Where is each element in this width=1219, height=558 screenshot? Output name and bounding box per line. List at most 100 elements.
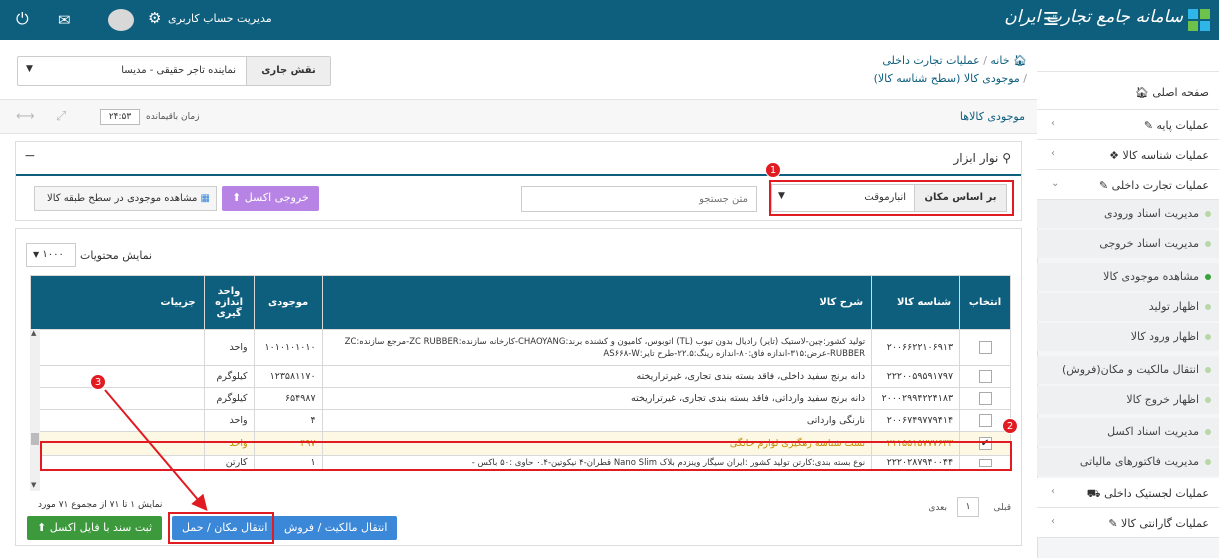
- toolbar-header: ⚲ نوار ابزار −: [16, 142, 1021, 176]
- dropdown-arrow-icon: ▼: [26, 64, 33, 74]
- chevron-left-icon: ‹: [1051, 148, 1055, 159]
- excel-doc-button[interactable]: ⬆ ثبت سند با فایل اکسل: [27, 516, 163, 540]
- arrows-horizontal-icon[interactable]: ⟷: [16, 109, 35, 124]
- cell-details[interactable]: [30, 409, 205, 432]
- sidebar-item-goods-id-ops[interactable]: ❖ عملیات شناسه کالا ‹: [1037, 140, 1219, 170]
- role-value: نماینده تاجر حقیقی - مدیسا: [121, 65, 236, 76]
- sidebar-subitem[interactable]: اظهار ورود کالا: [1037, 323, 1219, 351]
- table-row[interactable]: ۲۰۰۶۷۴۹۷۷۹۴۱۴ نارنگی وارداتی ۴ واحد: [30, 409, 1011, 432]
- sidebar: 🏠︎ صفحه اصلی ✎ عملیات پایه ‹ ❖ عملیات شن…: [1037, 40, 1219, 558]
- export-excel-button[interactable]: ⬆ خروجی اکسل: [222, 186, 319, 211]
- view-class-button[interactable]: ▦ مشاهده موجودی در سطح طبقه کالا: [34, 186, 217, 211]
- table-scrollbar[interactable]: ▲ ▼: [30, 329, 40, 491]
- app-logo-icon: [1188, 9, 1210, 31]
- sidebar-item-label: عملیات گارانتی کالا: [1121, 517, 1209, 530]
- scroll-down-icon[interactable]: ▼: [31, 481, 36, 489]
- breadcrumb-level1[interactable]: عملیات تجارت داخلی: [882, 54, 979, 67]
- cell-stock: ۶۵۴۹۸۷: [253, 387, 323, 410]
- breadcrumb-line2: / موجودی کالا (سطح شناسه کالا): [874, 72, 1027, 85]
- breadcrumb-level2: موجودی کالا (سطح شناسه کالا): [873, 72, 1020, 85]
- breadcrumb-home[interactable]: خانه: [990, 54, 1009, 67]
- chevron-left-icon: ‹: [1051, 118, 1055, 129]
- cell-unit: کیلوگرم: [203, 387, 255, 410]
- sidebar-subitem-label: مشاهده موجودی کالا: [1103, 270, 1199, 283]
- chevron-down-icon: ⌄: [1051, 178, 1060, 189]
- row-checkbox[interactable]: [978, 414, 992, 427]
- sidebar-item-label: عملیات لجستیک داخلی: [1104, 487, 1209, 500]
- account-management-link[interactable]: مدیریت حساب کاربری: [168, 12, 272, 25]
- sidebar-item-warranty[interactable]: ✎ عملیات گارانتی کالا ‹: [1037, 508, 1219, 538]
- annotation-badge: 1: [765, 162, 781, 178]
- edit-icon: ✎: [1143, 119, 1154, 132]
- sidebar-subitem-label: مدیریت اسناد ورودی: [1104, 207, 1199, 220]
- home-icon[interactable]: 🏠︎: [1013, 54, 1027, 67]
- annotation-badge: 3: [90, 374, 106, 390]
- gear-icon[interactable]: ⚙: [148, 9, 161, 27]
- breadcrumb-separator: /: [1023, 72, 1027, 85]
- cell-details[interactable]: [30, 387, 205, 410]
- sidebar-subitem-label: مدیریت اسناد اکسل: [1107, 425, 1199, 438]
- bullet-icon: [1205, 397, 1211, 403]
- sidebar-item-home[interactable]: 🏠︎ صفحه اصلی: [1037, 72, 1219, 110]
- sidebar-item-label: صفحه اصلی: [1152, 86, 1209, 99]
- sidebar-subitem-label: اظهار تولید: [1148, 300, 1199, 313]
- cell-stock: ۱۰۱۰۱۰۱۰۱۰: [253, 329, 323, 366]
- bullet-icon: [1205, 304, 1211, 310]
- scrollbar-thumb[interactable]: [31, 433, 39, 445]
- chevron-left-icon: ‹: [1051, 486, 1055, 497]
- sidebar-item-base-ops[interactable]: ✎ عملیات پایه ‹: [1037, 110, 1219, 140]
- sidebar-subitem[interactable]: انتقال مالکیت و مکان(فروش): [1037, 356, 1219, 384]
- sidebar-subitem-label: اظهار ورود کالا: [1130, 330, 1199, 343]
- bullet-icon: [1205, 367, 1211, 373]
- row-checkbox[interactable]: [978, 370, 992, 383]
- cell-id: ۲۲۲۰۰۵۹۵۹۱۷۹۷: [871, 365, 961, 388]
- title-bar: موجودی کالاها زمان باقیمانده ۲۴:۵۳ ⤢ ⟷: [0, 100, 1037, 134]
- sidebar-item-label: عملیات شناسه کالا: [1122, 149, 1209, 162]
- avatar[interactable]: [108, 9, 134, 31]
- search-icon: ⚲: [1002, 151, 1011, 165]
- sidebar-subitem[interactable]: مدیریت اسناد اکسل: [1037, 418, 1219, 446]
- sidebar-subitem[interactable]: مدیریت اسناد ورودی: [1037, 200, 1219, 228]
- pagination-prev[interactable]: قبلی: [994, 503, 1012, 513]
- sidebar-item-logistics[interactable]: ⛟ عملیات لجستیک داخلی ‹: [1037, 478, 1219, 508]
- annotation-badge: 2: [1002, 418, 1018, 434]
- role-selector[interactable]: نقش جاری نماینده تاجر حقیقی - مدیسا ▼: [17, 56, 331, 86]
- page-title: موجودی کالاها: [959, 110, 1025, 123]
- cell-details[interactable]: [30, 365, 205, 388]
- row-checkbox[interactable]: [978, 341, 992, 354]
- page-size-label: نمایش محتویات: [80, 249, 153, 262]
- page-size-select[interactable]: ▼ ۱۰۰۰: [26, 243, 76, 267]
- mail-icon[interactable]: ✉: [58, 11, 71, 29]
- sidebar-item-domestic-trade[interactable]: ✎ عملیات تجارت داخلی ⌄: [1037, 170, 1219, 200]
- menu-toggle-icon[interactable]: ☰: [1043, 9, 1059, 30]
- expand-icon[interactable]: ⤢: [56, 109, 66, 124]
- table-icon: ▦: [200, 193, 210, 204]
- column-header: شرح کالا: [321, 275, 873, 330]
- sidebar-subitem[interactable]: اظهار تولید: [1037, 293, 1219, 321]
- sidebar-subitem-active[interactable]: مشاهده موجودی کالا: [1037, 263, 1219, 291]
- power-icon[interactable]: ⏻: [16, 9, 29, 29]
- search-input[interactable]: [521, 186, 757, 212]
- table-row[interactable]: ۲۰۰۰۲۹۹۴۲۲۴۱۸۳ دانه برنج سفید وارداتی، ف…: [30, 387, 1011, 410]
- cell-stock: ۴: [253, 409, 323, 432]
- excel-doc-label: ثبت سند با فایل اکسل: [49, 521, 153, 534]
- collapse-icon[interactable]: −: [24, 148, 36, 164]
- pagination-next[interactable]: بعدی: [928, 503, 947, 513]
- pagination-page[interactable]: ۱: [957, 497, 979, 517]
- sidebar-item-label: عملیات تجارت داخلی: [1111, 179, 1209, 192]
- home-icon: 🏠︎: [1134, 86, 1149, 99]
- table-row[interactable]: ۲۰۰۶۶۲۲۱۰۶۹۱۳ تولید کشور:چین-لاستیک (تای…: [30, 329, 1011, 366]
- sidebar-subitem[interactable]: مدیریت فاکتورهای مالیاتی: [1037, 448, 1219, 476]
- row-checkbox[interactable]: [978, 392, 992, 405]
- edit-icon: ✎: [1108, 517, 1118, 530]
- cell-id: ۲۰۰۶۶۲۲۱۰۶۹۱۳: [871, 329, 961, 366]
- bullet-icon: [1205, 334, 1211, 340]
- sidebar-subitem[interactable]: اظهار خروج کالا: [1037, 386, 1219, 414]
- table-row[interactable]: ۲۲۲۰۰۵۹۵۹۱۷۹۷ دانه برنج سفید داخلی، فاقد…: [30, 365, 1011, 388]
- upload-icon: ⬆: [37, 521, 47, 534]
- transfer-ownership-button[interactable]: انتقال مالکیت / فروش: [274, 516, 398, 540]
- column-header: انتخاب: [959, 275, 1011, 330]
- scroll-up-icon[interactable]: ▲: [31, 329, 36, 337]
- cell-details[interactable]: [30, 329, 205, 366]
- sidebar-subitem[interactable]: مدیریت اسناد خروجی: [1037, 230, 1219, 258]
